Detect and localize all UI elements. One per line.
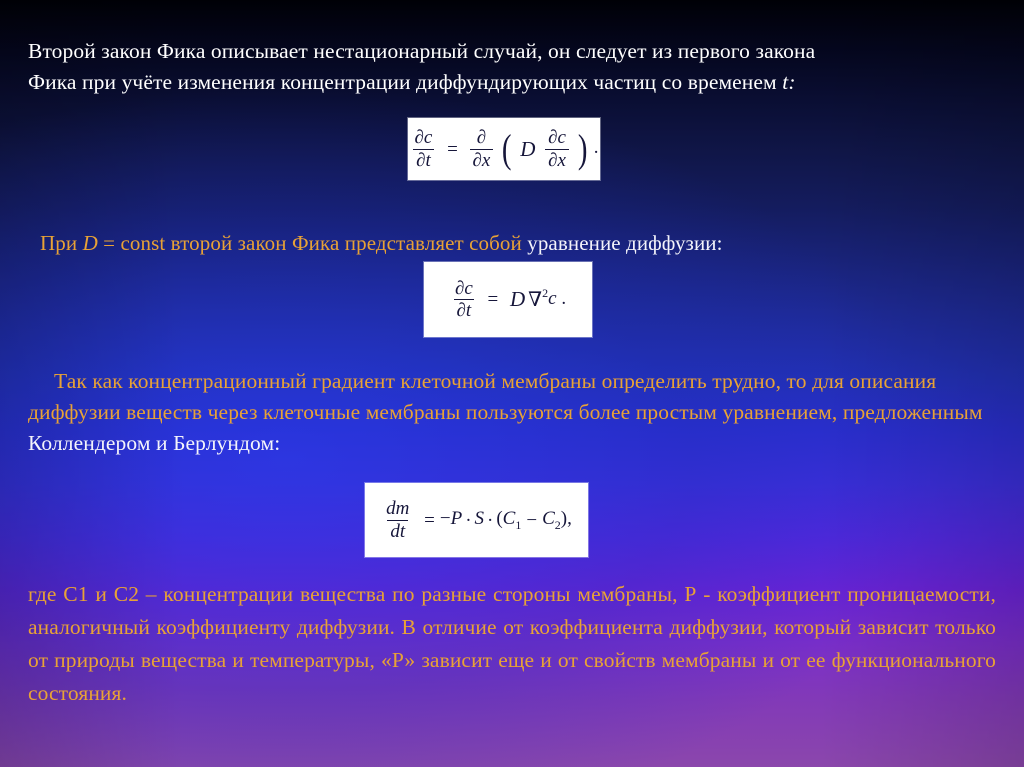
const-text-a: При	[40, 231, 83, 255]
const-variable-d: D	[82, 231, 98, 255]
presentation-slide: Второй закон Фика описывает нестационарн…	[0, 0, 1024, 767]
intro-line-2: Фика при учёте изменения концентрации ди…	[28, 67, 996, 98]
f3-concentration-c2: C	[542, 508, 555, 530]
f1-paren-open: (	[501, 125, 512, 171]
partial-c-partial-x-fraction: ∂c ∂x	[545, 128, 569, 170]
f2-period: .	[561, 287, 567, 309]
paragraph-intro: Второй закон Фика описывает нестационарн…	[28, 36, 996, 98]
f3-permeability-p: P	[450, 508, 463, 530]
f1-equals-sign: =	[447, 138, 458, 160]
intro-line-1: Второй закон Фика описывает нестационарн…	[28, 39, 816, 63]
paragraph-gradient: Так как концентрационный градиент клеточ…	[28, 366, 996, 459]
formula-collander-barlund: dm dt = −P · S · (C1− C2),	[365, 483, 588, 557]
formula-diffusion-equation: ∂c ∂t = D ∇2c .	[424, 262, 592, 337]
f1-paren-close: )	[577, 125, 588, 171]
intro-variable-t: t:	[782, 70, 796, 94]
formula-2-content: ∂c ∂t = D ∇2c .	[450, 277, 567, 321]
formula-fick-second-general: ∂c ∂t = ∂ ∂x ( D ∂c ∂x ) .	[408, 118, 600, 180]
f3-equals-sign: =	[424, 509, 435, 531]
f3-multiply-dot-2: ·	[487, 509, 494, 531]
const-text-b: = const второй закон Фика представляет с…	[97, 231, 528, 255]
paragraph-where-definitions: где С1 и С2 – концентрации вещества по р…	[28, 578, 996, 710]
f1-numerator-3: ∂c	[548, 127, 566, 149]
f3-area-s: S	[474, 508, 485, 530]
f2-diffusion-coefficient: D	[509, 287, 526, 311]
f1-denominator-2: ∂x	[469, 148, 494, 170]
f3-numerator: dm	[386, 498, 410, 520]
f3-minus-sign: −	[439, 508, 451, 530]
formula-3-content: dm dt = −P · S · (C1− C2),	[381, 499, 572, 541]
f3-concentration-c1: C	[502, 508, 516, 530]
f2-denominator: ∂t	[453, 299, 475, 320]
f3-comma: ,	[567, 508, 572, 530]
where-text: где С1 и С2 – концентрации вещества по р…	[28, 582, 996, 705]
intro-line-2-text: Фика при учёте изменения концентрации ди…	[28, 70, 783, 94]
f1-diffusion-coefficient: D	[520, 136, 536, 161]
f3-denominator: dt	[387, 519, 409, 541]
f3-operator-minus: −	[526, 509, 538, 531]
f3-subscript-1: 1	[515, 518, 522, 533]
f2-numerator: ∂c	[454, 277, 473, 299]
dm-dt-fraction: dm dt	[383, 499, 412, 541]
f1-numerator-2: ∂	[476, 127, 487, 149]
f1-denominator-3: ∂x	[545, 148, 569, 170]
f2-partial-c-partial-t-fraction: ∂c ∂t	[452, 277, 476, 321]
partial-c-partial-t-fraction: ∂c ∂t	[411, 128, 435, 170]
f3-multiply-dot-1: ·	[465, 509, 472, 531]
const-text-highlight: уравнение диффузии:	[527, 231, 723, 255]
f1-denominator-1: ∂t	[413, 148, 434, 170]
nabla-icon: ∇	[528, 288, 543, 311]
f2-variable-c: c	[548, 287, 557, 309]
f1-numerator-1: ∂c	[414, 127, 433, 149]
partial-partial-x-fraction: ∂ ∂x	[469, 127, 494, 170]
f1-period: .	[593, 137, 599, 159]
gradient-text-names: Коллендером и Берлундом:	[28, 431, 281, 455]
f2-equals-sign: =	[487, 289, 499, 310]
formula-1-content: ∂c ∂t = ∂ ∂x ( D ∂c ∂x ) .	[409, 125, 599, 171]
paragraph-const-condition: При D = const второй закон Фика представ…	[40, 228, 984, 258]
gradient-text-gold: Так как концентрационный градиент клеточ…	[28, 369, 983, 424]
